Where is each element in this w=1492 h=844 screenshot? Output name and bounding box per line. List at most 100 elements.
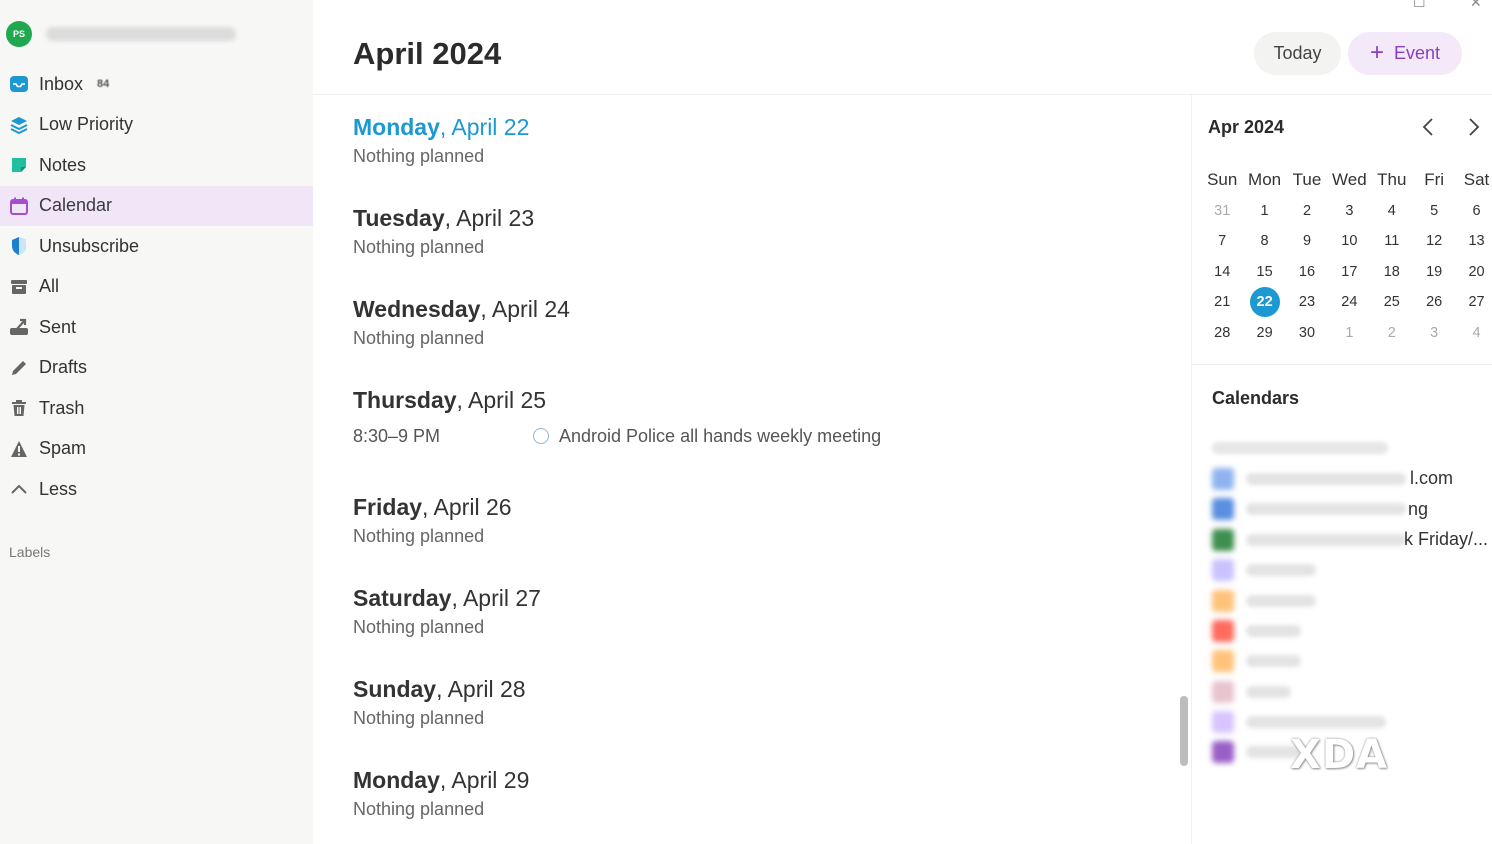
calendar-day[interactable]: 16 bbox=[1286, 264, 1328, 280]
calendar-day[interactable]: 4 bbox=[1371, 203, 1413, 219]
sidebar-item-unsubscribe[interactable]: Unsubscribe bbox=[0, 226, 313, 267]
next-month-button[interactable] bbox=[1462, 113, 1486, 141]
sidebar-item-label: Calendar bbox=[39, 195, 113, 216]
close-icon[interactable]: ✕ bbox=[1470, 0, 1482, 11]
day-heading[interactable]: Wednesday, April 24 bbox=[353, 294, 1173, 324]
agenda-day: Sunday, April 28 Nothing planned bbox=[353, 674, 1173, 765]
calendar-list-item[interactable] bbox=[1212, 680, 1291, 704]
calendar-day[interactable]: 3 bbox=[1328, 203, 1370, 219]
weekday-label: Fri bbox=[1424, 170, 1445, 190]
calendar-day[interactable]: 21 bbox=[1201, 294, 1243, 310]
calendar-list-item[interactable] bbox=[1212, 558, 1316, 582]
sidebar-item-label: Spam bbox=[39, 438, 87, 459]
day-heading[interactable]: Friday, April 26 bbox=[353, 492, 1173, 522]
day-heading[interactable]: Sunday, April 28 bbox=[353, 674, 1173, 704]
calendar-day[interactable]: 9 bbox=[1286, 233, 1328, 249]
header-divider bbox=[313, 94, 1492, 95]
nothing-planned-text: Nothing planned bbox=[353, 526, 485, 546]
account-switcher[interactable]: PS bbox=[6, 20, 236, 48]
calendar-day[interactable]: 19 bbox=[1413, 264, 1455, 280]
calendar-day[interactable]: 27 bbox=[1455, 294, 1492, 310]
calendar-day[interactable]: 2 bbox=[1286, 203, 1328, 219]
sidebar-item-low-priority[interactable]: Low Priority bbox=[0, 105, 313, 146]
sidebar-item-notes[interactable]: Notes bbox=[0, 145, 313, 186]
calendar-day[interactable]: 26 bbox=[1413, 294, 1455, 310]
calendar-list-item[interactable] bbox=[1212, 497, 1406, 521]
layers-icon bbox=[9, 115, 29, 135]
calendar-day[interactable]: 5 bbox=[1413, 203, 1455, 219]
mini-calendar-divider bbox=[1192, 364, 1492, 365]
calendar-account-blurred bbox=[1212, 442, 1388, 454]
calendar-day[interactable]: 14 bbox=[1201, 264, 1243, 280]
calendar-name-tail: k Friday/... bbox=[1404, 529, 1489, 549]
calendar-day[interactable]: 31 bbox=[1201, 203, 1243, 219]
calendar-day[interactable]: 30 bbox=[1286, 325, 1328, 341]
calendar-list-item[interactable] bbox=[1212, 528, 1406, 552]
weekday-label: Sat bbox=[1463, 170, 1490, 190]
calendar-name-blurred bbox=[1246, 625, 1301, 637]
calendar-day[interactable]: 10 bbox=[1328, 233, 1370, 249]
previous-month-button[interactable] bbox=[1416, 113, 1440, 141]
calendar-day[interactable]: 1 bbox=[1243, 203, 1285, 219]
sidebar-item-all[interactable]: All bbox=[0, 267, 313, 308]
calendar-day[interactable]: 13 bbox=[1455, 233, 1492, 249]
sidebar-item-less[interactable]: Less bbox=[0, 469, 313, 510]
calendar-day[interactable]: 25 bbox=[1371, 294, 1413, 310]
calendar-day[interactable]: 15 bbox=[1243, 264, 1285, 280]
calendar-day[interactable]: 18 bbox=[1371, 264, 1413, 280]
day-heading[interactable]: Monday, April 29 bbox=[353, 765, 1173, 795]
calendar-list-item[interactable] bbox=[1212, 649, 1301, 673]
sidebar-item-calendar[interactable]: Calendar bbox=[0, 185, 313, 226]
calendar-day[interactable]: 1 bbox=[1328, 325, 1370, 341]
calendar-day[interactable]: 4 bbox=[1455, 325, 1492, 341]
calendar-list-item[interactable] bbox=[1212, 619, 1301, 643]
calendar-day[interactable]: 7 bbox=[1201, 233, 1243, 249]
sidebar-item-drafts[interactable]: Drafts bbox=[0, 348, 313, 389]
calendar-day[interactable]: 12 bbox=[1413, 233, 1455, 249]
unread-count-badge: 84 bbox=[97, 78, 110, 91]
calendar-list-item[interactable] bbox=[1212, 589, 1316, 613]
calendar-event[interactable]: 8:30–9 PM Android Police all hands weekl… bbox=[353, 425, 1173, 447]
calendar-day[interactable]: 24 bbox=[1328, 294, 1370, 310]
weekday-label: Tue bbox=[1292, 170, 1322, 190]
day-heading[interactable]: Monday, April 22 bbox=[353, 112, 1173, 142]
day-date: , April 27 bbox=[451, 585, 541, 611]
day-name: Wednesday bbox=[353, 296, 481, 322]
day-heading[interactable]: Thursday, April 25 bbox=[353, 385, 1173, 415]
calendar-color-swatch bbox=[1212, 681, 1234, 703]
sidebar-item-label: Unsubscribe bbox=[39, 235, 140, 256]
calendar-day-selected[interactable]: 22 bbox=[1243, 287, 1285, 318]
sidebar-item-trash[interactable]: Trash bbox=[0, 388, 313, 429]
add-event-button[interactable]: + Event bbox=[1348, 32, 1462, 75]
day-heading[interactable]: Tuesday, April 23 bbox=[353, 203, 1173, 233]
nothing-planned-text: Nothing planned bbox=[353, 617, 485, 637]
calendar-day[interactable]: 17 bbox=[1328, 264, 1370, 280]
calendar-day[interactable]: 20 bbox=[1455, 264, 1492, 280]
calendar-day[interactable]: 6 bbox=[1455, 203, 1492, 219]
week-row: 21 22 23 24 25 26 27 bbox=[1201, 287, 1492, 318]
calendar-day[interactable]: 8 bbox=[1243, 233, 1285, 249]
sidebar-item-sent[interactable]: Sent bbox=[0, 307, 313, 348]
calendar-day[interactable]: 2 bbox=[1371, 325, 1413, 341]
week-row: 28 29 30 1 2 3 4 bbox=[1201, 318, 1492, 349]
avatar[interactable]: PS bbox=[6, 21, 32, 47]
calendar-day[interactable]: 28 bbox=[1201, 325, 1243, 341]
nothing-planned-text: Nothing planned bbox=[353, 708, 485, 728]
day-heading[interactable]: Saturday, April 27 bbox=[353, 583, 1173, 613]
calendar-list-item[interactable] bbox=[1212, 710, 1386, 734]
calendar-name-blurred bbox=[1246, 595, 1316, 607]
calendar-list-item[interactable] bbox=[1212, 467, 1406, 491]
maximize-icon[interactable]: ☐ bbox=[1413, 0, 1426, 11]
calendar-day[interactable]: 11 bbox=[1371, 233, 1413, 249]
agenda-day: Saturday, April 27 Nothing planned bbox=[353, 583, 1173, 674]
xda-watermark: XDA bbox=[1290, 732, 1388, 778]
sidebar-item-spam[interactable]: Spam bbox=[0, 429, 313, 470]
add-event-label: Event bbox=[1393, 43, 1441, 63]
calendar-day[interactable]: 3 bbox=[1413, 325, 1455, 341]
agenda-scrollbar[interactable] bbox=[1180, 696, 1188, 766]
today-button[interactable]: Today bbox=[1254, 32, 1341, 75]
calendar-name-blurred bbox=[1246, 716, 1386, 728]
calendar-day[interactable]: 29 bbox=[1243, 325, 1285, 341]
calendar-day[interactable]: 23 bbox=[1286, 294, 1328, 310]
sidebar-item-inbox[interactable]: Inbox 84 bbox=[0, 64, 313, 105]
